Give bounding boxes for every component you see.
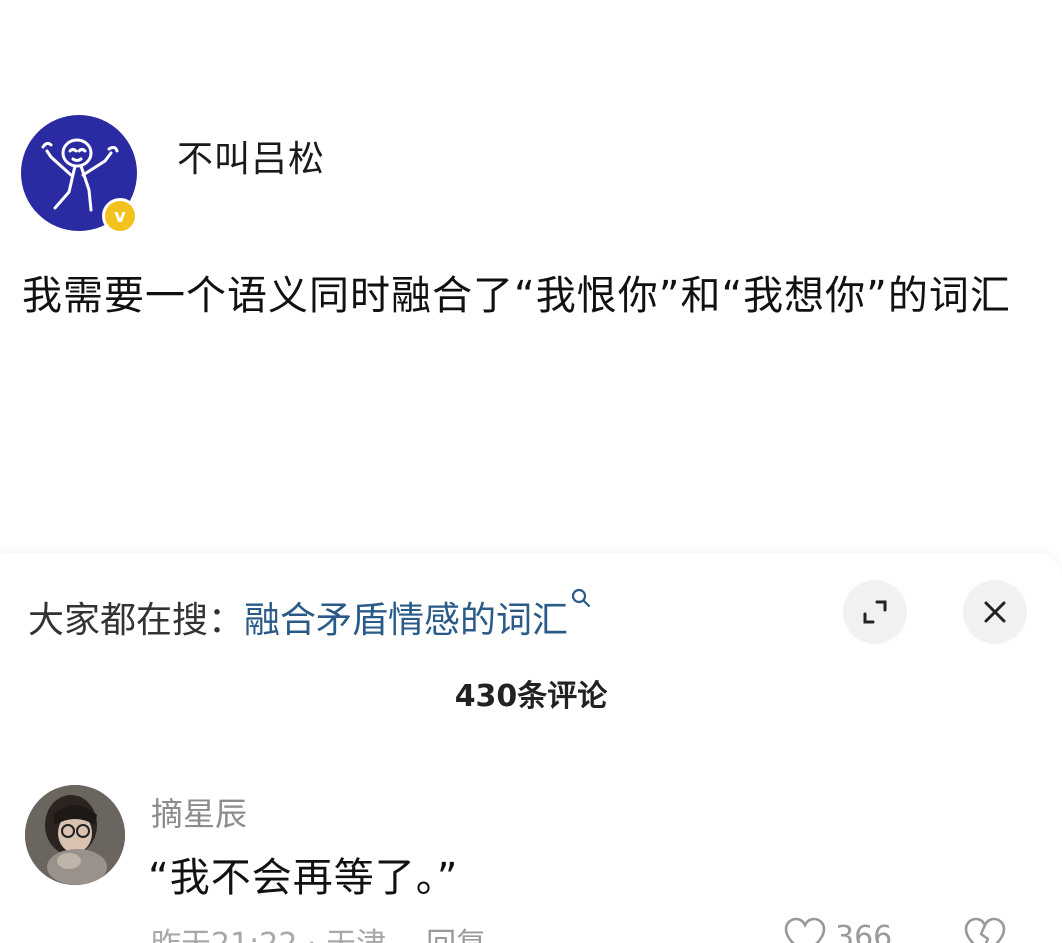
like-count: 366 xyxy=(835,919,893,943)
photo-avatar-icon xyxy=(25,785,125,885)
comment-time: 昨天21:22 xyxy=(151,927,297,943)
close-icon xyxy=(984,601,1006,623)
post-username[interactable]: 不叫吕松 xyxy=(177,130,325,182)
comment-location: 天津 xyxy=(326,927,386,943)
verified-badge-icon: v xyxy=(102,198,138,234)
comment-username[interactable]: 摘星辰 xyxy=(151,789,247,835)
comment-avatar[interactable] xyxy=(25,785,125,885)
post-text: 我需要一个语义同时融合了“我恨你”和“我想你”的词汇 xyxy=(22,273,1011,319)
comments-sheet: 大家都在搜： 融合矛盾情感的词汇 430条评论 摘星辰 “我不会再等了。” 36… xyxy=(0,553,1062,943)
search-hint[interactable]: 大家都在搜： 融合矛盾情感的词汇 xyxy=(28,588,592,643)
search-hint-prefix: 大家都在搜： xyxy=(28,600,245,641)
page: v 不叫吕松 我需要一个语义同时融合了“我恨你”和“我想你”的词汇 大家都在搜：… xyxy=(0,0,1062,943)
verified-badge-mark: v xyxy=(114,205,126,227)
like-button[interactable]: 366 xyxy=(783,917,892,943)
search-icon xyxy=(571,588,591,608)
expand-icon xyxy=(863,600,887,624)
comment-count: 430条评论 xyxy=(454,679,608,714)
comment-meta: 昨天21:22 · 天津 回复 xyxy=(151,919,486,943)
broken-heart-icon[interactable] xyxy=(963,917,1007,943)
expand-button[interactable] xyxy=(843,580,907,644)
comment-text: “我不会再等了。” xyxy=(148,855,459,901)
reply-button[interactable]: 回复 xyxy=(426,927,486,943)
comment-meta-separator: · xyxy=(297,927,326,943)
close-button[interactable] xyxy=(963,580,1027,644)
heart-icon xyxy=(784,917,826,943)
search-hint-term[interactable]: 融合矛盾情感的词汇 xyxy=(244,591,568,643)
